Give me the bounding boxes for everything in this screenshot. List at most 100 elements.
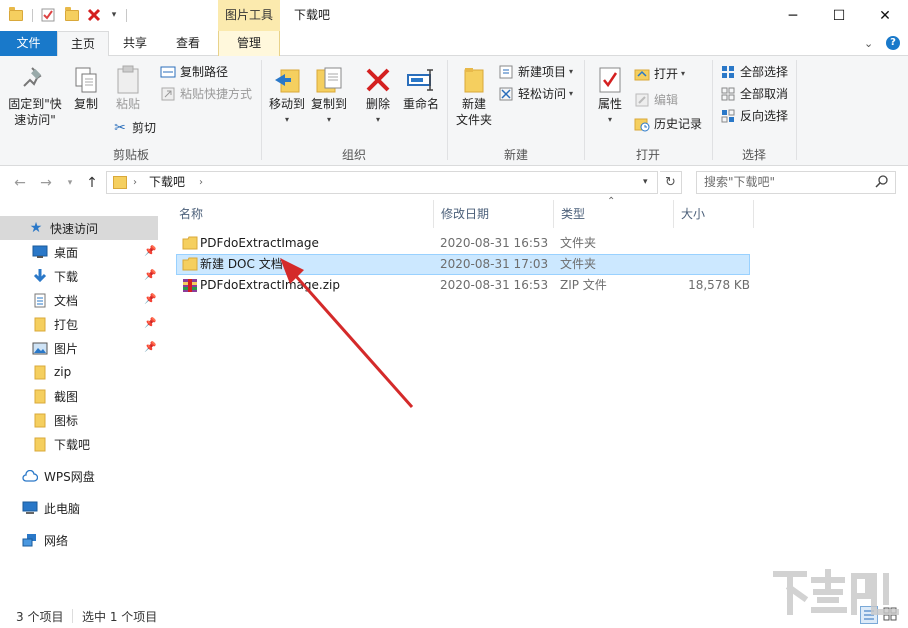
file-size: 18,578 KB bbox=[688, 278, 750, 292]
select-all-label: 全部选择 bbox=[740, 65, 789, 79]
clipboard-group-label: 剪贴板 bbox=[112, 148, 149, 162]
paste-shortcut-button[interactable]: 粘贴快捷方式 bbox=[160, 84, 252, 104]
chevron-down-icon: ▾ bbox=[681, 69, 686, 78]
column-header-name[interactable]: 名称 bbox=[172, 200, 434, 228]
properties-button[interactable]: 属性 ▾ bbox=[590, 64, 630, 128]
annotation-arrow bbox=[280, 258, 414, 408]
column-header-modified[interactable]: 修改日期 bbox=[434, 200, 554, 228]
folder-icon bbox=[113, 176, 127, 189]
search-placeholder: 搜索"下载吧" bbox=[704, 175, 776, 189]
nav-this-pc-label: 此电脑 bbox=[44, 501, 81, 516]
refresh-icon[interactable]: ↻ bbox=[660, 171, 682, 194]
minimize-button[interactable]: ─ bbox=[770, 0, 816, 31]
search-input[interactable]: 搜索"下载吧" bbox=[696, 171, 896, 194]
pin-quick-access-button[interactable]: 固定到"快 速访问" bbox=[4, 64, 66, 128]
nav-item-label: 下载 bbox=[54, 269, 79, 284]
nav-item-desktop[interactable]: 桌面 bbox=[0, 240, 158, 264]
nav-item-pack[interactable]: 打包 bbox=[0, 312, 158, 336]
new-folder-label-line1: 新建 bbox=[461, 97, 486, 111]
file-row[interactable]: PDFdoExtractImage.zip 2020-08-31 16:53 Z… bbox=[176, 275, 750, 296]
star-icon: ★ bbox=[29, 220, 43, 236]
navigation-pane: ★ 快速访问 桌面 📌 下载 📌 文档 📌 打包 📌 图片 📌 zip 截图 图… bbox=[0, 210, 162, 600]
nav-item-pictures[interactable]: 图片 bbox=[0, 336, 158, 360]
column-header-type[interactable]: 类型 bbox=[554, 200, 674, 228]
tab-manage[interactable]: 管理 bbox=[218, 31, 280, 56]
help-icon[interactable]: ? bbox=[886, 36, 900, 50]
edit-icon bbox=[634, 92, 650, 108]
nav-item-label: 打包 bbox=[54, 317, 79, 332]
pin-icon[interactable]: 📌 bbox=[144, 270, 156, 281]
ribbon: 固定到"快 速访问" 复制 粘贴 复制路径 粘贴快捷方式 ✂ 剪切 剪贴板 移动… bbox=[0, 56, 908, 166]
pin-icon[interactable]: 📌 bbox=[144, 246, 156, 257]
copy-to-button[interactable]: 复制到 ▾ bbox=[308, 64, 350, 128]
folder-icon bbox=[8, 6, 24, 23]
delete-button[interactable]: 删除 ▾ bbox=[360, 64, 396, 128]
nav-network[interactable]: 网络 bbox=[0, 528, 158, 552]
invert-selection-label: 反向选择 bbox=[740, 109, 789, 123]
rename-button[interactable]: 重命名 bbox=[400, 64, 442, 112]
pin-icon[interactable]: 📌 bbox=[144, 294, 156, 305]
nav-wps-drive[interactable]: WPS网盘 bbox=[0, 464, 158, 488]
properties-check-icon[interactable] bbox=[40, 7, 56, 23]
tab-view[interactable]: 查看 bbox=[164, 31, 212, 56]
network-icon bbox=[22, 532, 38, 548]
qat-dropdown-icon[interactable]: ▾ bbox=[106, 7, 122, 23]
file-type: 文件夹 bbox=[560, 257, 597, 271]
nav-item-downloads[interactable]: 下载 bbox=[0, 264, 158, 288]
nav-wps-label: WPS网盘 bbox=[44, 469, 95, 484]
up-arrow-icon[interactable]: ↑ bbox=[82, 173, 102, 193]
file-row-selected[interactable]: 新建 DOC 文档 2020-08-31 17:03 文件夹 bbox=[176, 254, 750, 275]
delete-icon bbox=[362, 64, 394, 96]
recent-locations-icon[interactable]: ▾ bbox=[60, 173, 80, 193]
nav-quick-access[interactable]: ★ 快速访问 bbox=[0, 216, 158, 240]
paste-shortcut-label: 粘贴快捷方式 bbox=[180, 87, 253, 101]
copy-button[interactable]: 复制 bbox=[68, 64, 104, 112]
nav-item-icons[interactable]: 图标 bbox=[0, 408, 158, 432]
nav-item-screenshots[interactable]: 截图 bbox=[0, 384, 158, 408]
nav-this-pc[interactable]: 此电脑 bbox=[0, 496, 158, 520]
nav-item-zip[interactable]: zip bbox=[0, 360, 158, 384]
maximize-button[interactable]: ☐ bbox=[816, 0, 862, 31]
nav-item-xiazaiba[interactable]: 下载吧 bbox=[0, 432, 158, 456]
nav-item-label: 图标 bbox=[54, 413, 79, 428]
file-modified: 2020-08-31 17:03 bbox=[440, 257, 549, 271]
invert-selection-button[interactable]: 反向选择 bbox=[720, 106, 788, 126]
pin-icon[interactable]: 📌 bbox=[144, 318, 156, 329]
pin-icon[interactable]: 📌 bbox=[144, 342, 156, 353]
tab-file[interactable]: 文件 bbox=[0, 31, 57, 56]
edit-button[interactable]: 编辑 bbox=[634, 90, 678, 110]
forward-arrow-icon[interactable]: → bbox=[36, 173, 56, 193]
desktop-icon bbox=[32, 244, 48, 260]
divider bbox=[72, 609, 73, 623]
back-arrow-icon[interactable]: ← bbox=[10, 173, 30, 193]
move-to-button[interactable]: 移动到 ▾ bbox=[266, 64, 308, 128]
new-folder-button[interactable]: 新建 文件夹 bbox=[452, 64, 496, 128]
select-all-button[interactable]: 全部选择 bbox=[720, 62, 788, 82]
address-input[interactable]: › 下载吧 › ▾ bbox=[106, 171, 658, 194]
pictures-icon bbox=[32, 340, 48, 356]
nav-item-label: 截图 bbox=[54, 389, 79, 404]
paste-button[interactable]: 粘贴 bbox=[108, 64, 148, 112]
nav-item-documents[interactable]: 文档 bbox=[0, 288, 158, 312]
easy-access-button[interactable]: 轻松访问 ▾ bbox=[498, 84, 573, 104]
close-button[interactable]: ✕ bbox=[862, 0, 908, 31]
copy-path-button[interactable]: 复制路径 bbox=[160, 62, 228, 82]
tab-home[interactable]: 主页 bbox=[57, 31, 109, 57]
ribbon-collapse-icon[interactable]: ⌄ bbox=[864, 37, 873, 50]
rename-icon bbox=[405, 64, 437, 96]
new-item-button[interactable]: 新建项目 ▾ bbox=[498, 62, 573, 82]
tab-share[interactable]: 共享 bbox=[112, 31, 158, 56]
copy-label: 复制 bbox=[73, 97, 98, 111]
open-button[interactable]: 打开 ▾ bbox=[634, 64, 685, 84]
delete-x-icon[interactable] bbox=[86, 7, 102, 23]
column-header-size[interactable]: 大小 bbox=[674, 200, 754, 228]
history-button[interactable]: 历史记录 bbox=[634, 114, 702, 134]
chevron-down-icon: ▾ bbox=[326, 115, 331, 124]
window-title: 下载吧 bbox=[294, 8, 331, 22]
cut-button[interactable]: ✂ 剪切 bbox=[112, 118, 156, 138]
address-dropdown-icon[interactable]: ▾ bbox=[643, 172, 648, 193]
file-row[interactable]: PDFdoExtractImage 2020-08-31 16:53 文件夹 bbox=[176, 233, 750, 254]
breadcrumb-current[interactable]: 下载吧 bbox=[149, 172, 185, 193]
select-none-button[interactable]: 全部取消 bbox=[720, 84, 788, 104]
new-folder-icon[interactable] bbox=[64, 6, 80, 23]
